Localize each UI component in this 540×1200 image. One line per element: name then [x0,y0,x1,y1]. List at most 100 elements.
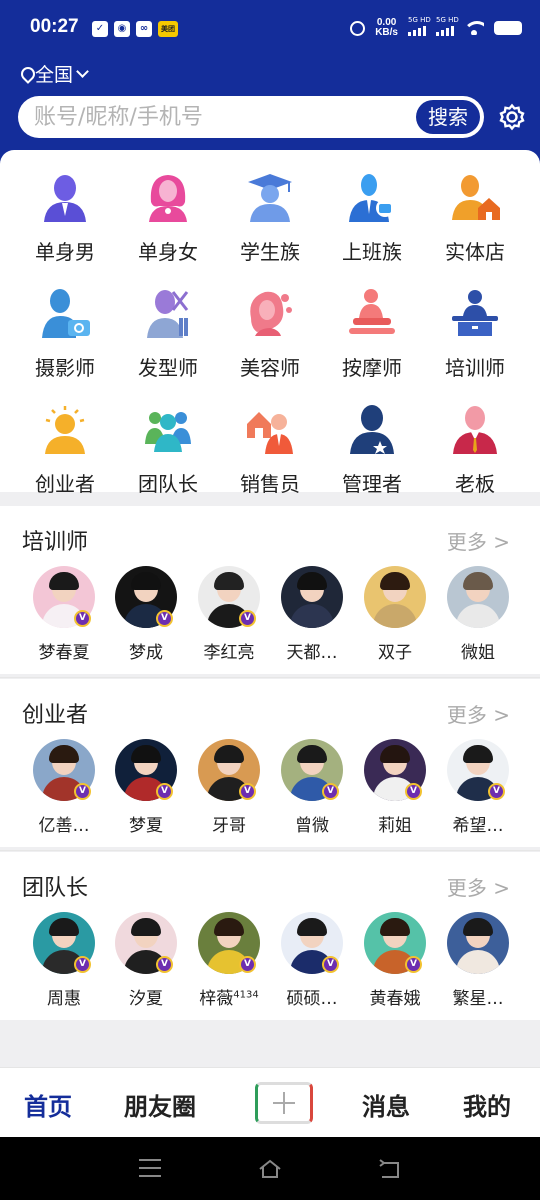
home-icon[interactable] [258,1159,282,1179]
category-manager[interactable]: 管理者 [321,404,423,514]
system-navigation-bar [0,1137,540,1200]
user-card[interactable]: V 梦夏 [104,739,188,836]
avatar [281,566,343,628]
baidu-notification-icon: ◉ [114,21,130,37]
verified-badge-icon: V [405,783,422,800]
avatar [364,566,426,628]
category-beautician[interactable]: 美容师 [219,288,321,398]
student-icon [248,174,292,222]
chevron-down-icon [76,64,89,78]
salesperson-icon [247,412,293,454]
user-name: 硕硕… [286,989,338,1009]
search-button[interactable]: 搜索 [416,100,480,134]
user-name: 梦夏 [129,816,163,836]
status-bar: 00:27 ✓ ◉ ∞ 美团 0.00 KB/s 5G HD 5G HD [0,0,540,58]
section-divider [0,850,540,851]
user-card[interactable]: V 硕硕… [270,912,354,1009]
user-card[interactable]: V 亿善… [22,739,106,836]
user-name: 梦成 [129,643,163,663]
trainer-section: 培训师 更多 > V 梦春夏 V 梦成 V 李红亮 天都… 双子 微姐 [0,506,540,674]
signal-icon: 5G HD [408,16,431,36]
tab-mine[interactable]: 我的 [463,1087,511,1122]
recent-apps-icon[interactable] [139,1159,161,1177]
office-worker-icon [349,174,394,222]
signal-icon: 5G HD [436,16,459,36]
user-card[interactable]: V 汐夏 [104,912,188,1009]
user-card[interactable]: V 周惠 [22,912,106,1009]
gear-icon[interactable] [498,103,526,131]
verified-badge-icon: V [239,956,256,973]
more-link[interactable]: 更多 > [447,526,510,555]
user-card[interactable]: 天都… [270,566,354,663]
notification-icons: ✓ ◉ ∞ 美团 [92,21,178,37]
verified-badge-icon: V [239,610,256,627]
verified-badge-icon: V [322,956,339,973]
user-card[interactable]: 双子 [353,566,437,663]
user-name: 亿善… [38,816,90,836]
user-name: 繁星… [452,989,504,1009]
hairstylist-icon [147,290,189,338]
single-woman-icon [149,175,187,222]
alarm-icon [350,20,366,36]
category-office-worker[interactable]: 上班族 [321,172,423,282]
category-photographer[interactable]: 摄影师 [14,288,116,398]
tab-moments[interactable]: 朋友圈 [124,1087,196,1122]
user-card[interactable]: V 曾微 [270,739,354,836]
category-entrepreneur[interactable]: 创业者 [14,404,116,514]
avatar [447,912,509,974]
category-salesperson[interactable]: 销售员 [219,404,321,514]
user-card[interactable]: V 梓薇4134 [187,912,271,1009]
user-card[interactable]: V 希望… [436,739,520,836]
user-card[interactable]: V 梦成 [104,566,188,663]
location-label: 全国 [35,64,74,86]
user-card[interactable]: V 牙哥 [187,739,271,836]
category-team-leader[interactable]: 团队长 [117,404,219,514]
user-name: 天都… [286,643,338,663]
verified-badge-icon: V [322,783,339,800]
bottom-nav: 首页 朋友圈 消息 我的 [0,1067,540,1137]
user-card[interactable]: V 莉姐 [353,739,437,836]
photographer-icon [42,289,90,338]
entrepreneur-icon [45,406,85,454]
more-link[interactable]: 更多 > [447,872,510,901]
user-card[interactable]: 繁星… [436,912,520,1009]
section-title: 创业者 [22,703,89,728]
manager-icon [350,405,394,454]
add-post-button[interactable] [255,1082,313,1124]
user-name: 牙哥 [212,816,246,836]
category-masseur[interactable]: 按摩师 [321,288,423,398]
user-name: 梓薇4134 [199,989,259,1009]
system-indicators: 0.00 KB/s 5G HD 5G HD [350,16,522,38]
category-hairstylist[interactable]: 发型师 [117,288,219,398]
category-trainer[interactable]: 培训师 [424,288,526,398]
category-store[interactable]: 实体店 [424,172,526,282]
user-card[interactable]: V 李红亮 [187,566,271,663]
boss-icon [453,406,497,454]
tab-home[interactable]: 首页 [24,1087,72,1122]
user-name: 梦春夏 [38,643,90,663]
status-time: 00:27 [30,16,79,37]
user-name: 黄春娥 [369,989,421,1009]
more-link[interactable]: 更多 > [447,699,510,728]
battery-icon [494,21,522,35]
user-card[interactable]: V 梦春夏 [22,566,106,663]
back-icon[interactable] [378,1159,402,1179]
verified-badge-icon: V [74,956,91,973]
user-name: 周惠 [47,989,81,1009]
user-name: 双子 [378,643,412,663]
category-student[interactable]: 学生族 [219,172,321,282]
user-card[interactable]: V 黄春娥 [353,912,437,1009]
user-name: 汐夏 [129,989,163,1009]
team-leader-icon [145,412,191,452]
category-boss[interactable]: 老板 [424,404,526,514]
store-icon [452,175,500,220]
verified-badge-icon: V [405,956,422,973]
user-name: 曾微 [295,816,329,836]
tab-messages[interactable]: 消息 [362,1087,410,1122]
category-single-man[interactable]: 单身男 [14,172,116,282]
category-single-woman[interactable]: 单身女 [117,172,219,282]
search-input[interactable] [34,101,414,133]
network-speed: 0.00 KB/s [375,17,398,38]
location-selector[interactable]: 全国 [20,60,89,87]
user-card[interactable]: 微姐 [436,566,520,663]
